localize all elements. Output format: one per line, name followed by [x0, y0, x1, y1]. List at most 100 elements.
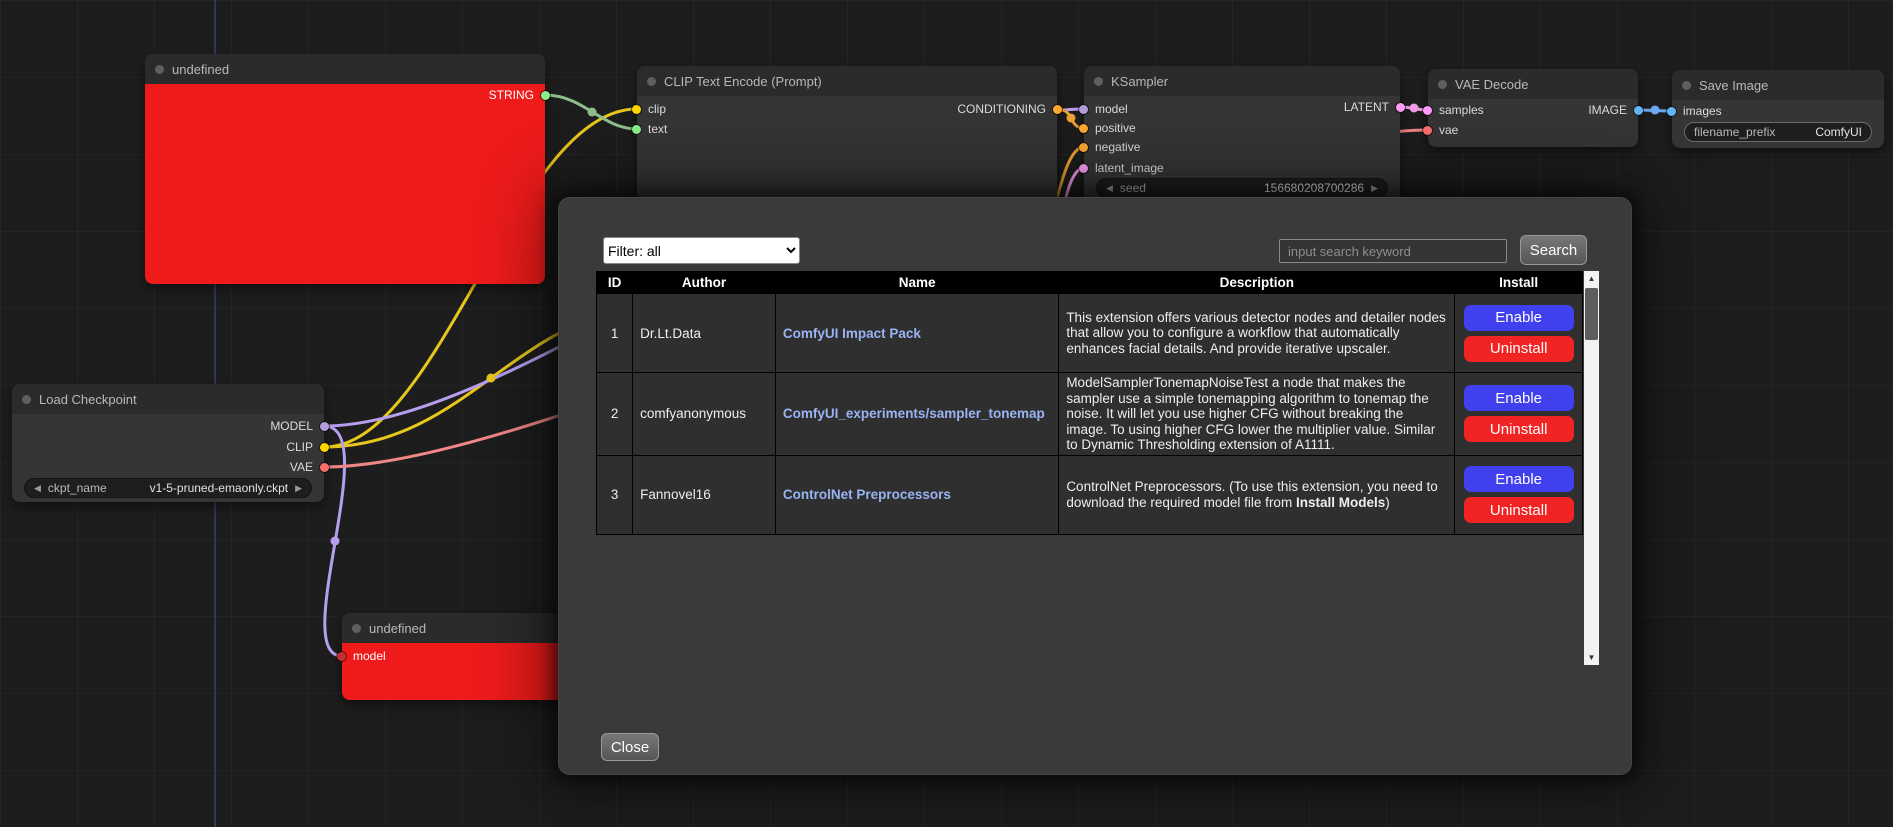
- scroll-up-icon[interactable]: ▲: [1584, 271, 1599, 286]
- text-input-slot[interactable]: text: [632, 121, 667, 137]
- samples-slot-dot[interactable]: [1423, 106, 1432, 115]
- node-collapse-dot[interactable]: [647, 77, 656, 86]
- enable-button[interactable]: Enable: [1464, 466, 1574, 492]
- table-scrollbar[interactable]: ▲ ▼: [1584, 271, 1599, 665]
- node-title-bar[interactable]: undefined: [145, 54, 545, 84]
- enable-button[interactable]: Enable: [1464, 305, 1574, 331]
- node-undefined-top[interactable]: undefined STRING: [145, 54, 545, 284]
- samples-input-label: samples: [1439, 103, 1484, 117]
- node-load-checkpoint[interactable]: Load Checkpoint MODEL CLIP VAE ◀ ckpt_na…: [12, 384, 324, 502]
- search-input[interactable]: [1279, 239, 1507, 263]
- clip-input-label: clip: [648, 102, 666, 116]
- latent-output-slot[interactable]: LATENT: [1344, 99, 1405, 115]
- enable-button[interactable]: Enable: [1464, 385, 1574, 411]
- latent-image-slot-dot[interactable]: [1079, 164, 1088, 173]
- vae-output-slot[interactable]: VAE: [290, 459, 329, 475]
- increment-arrow-icon[interactable]: ▶: [1371, 183, 1378, 194]
- uninstall-button[interactable]: Uninstall: [1464, 416, 1574, 442]
- next-arrow-icon[interactable]: ▶: [295, 483, 302, 494]
- seed-widget[interactable]: ◀ seed 156680208700286 ▶: [1096, 178, 1388, 198]
- decrement-arrow-icon[interactable]: ◀: [1106, 183, 1113, 194]
- seed-widget-value: 156680208700286: [1264, 181, 1364, 195]
- node-undefined-bottom[interactable]: undefined model: [342, 613, 592, 700]
- node-collapse-dot[interactable]: [22, 395, 31, 404]
- row-author: comfyanonymous: [633, 373, 776, 456]
- node-title: Load Checkpoint: [39, 392, 137, 407]
- node-title: undefined: [369, 621, 426, 636]
- samples-input-slot[interactable]: samples: [1423, 102, 1484, 118]
- uninstall-button[interactable]: Uninstall: [1464, 497, 1574, 523]
- model-slot-dot[interactable]: [337, 652, 346, 661]
- conditioning-slot-dot[interactable]: [1053, 105, 1062, 114]
- clip-output-slot[interactable]: CLIP: [286, 439, 329, 455]
- row-id: 1: [597, 294, 633, 373]
- header-install: Install: [1455, 272, 1583, 294]
- node-title-bar[interactable]: KSampler: [1084, 66, 1400, 96]
- vae-input-slot[interactable]: vae: [1423, 122, 1458, 138]
- node-title: undefined: [172, 62, 229, 77]
- extension-link[interactable]: ComfyUI_experiments/sampler_tonemap: [783, 406, 1045, 421]
- negative-input-slot[interactable]: negative: [1079, 139, 1140, 155]
- vae-slot-dot[interactable]: [1423, 126, 1432, 135]
- link-midpoint-dot: [588, 108, 597, 117]
- extension-link[interactable]: ControlNet Preprocessors: [783, 487, 951, 502]
- image-output-slot[interactable]: IMAGE: [1588, 102, 1643, 118]
- clip-input-slot[interactable]: clip: [632, 101, 666, 117]
- ckpt-name-widget[interactable]: ◀ ckpt_name v1-5-pruned-emaonly.ckpt ▶: [24, 478, 312, 498]
- clip-output-label: CLIP: [286, 440, 313, 454]
- header-description: Description: [1059, 272, 1455, 294]
- conditioning-output-slot[interactable]: CONDITIONING: [957, 101, 1062, 117]
- node-graph-canvas[interactable]: undefined STRING CLIP Text Encode (Promp…: [0, 0, 1893, 827]
- latent-image-input-slot[interactable]: latent_image: [1079, 160, 1164, 176]
- node-title-bar[interactable]: undefined: [342, 613, 592, 643]
- images-input-slot[interactable]: images: [1667, 103, 1722, 119]
- vae-slot-dot[interactable]: [320, 463, 329, 472]
- link-string-to-text: [545, 95, 637, 129]
- model-slot-dot[interactable]: [320, 422, 329, 431]
- text-slot-dot[interactable]: [632, 125, 641, 134]
- clip-slot-dot[interactable]: [632, 105, 641, 114]
- node-title-bar[interactable]: CLIP Text Encode (Prompt): [637, 66, 1057, 96]
- negative-slot-dot[interactable]: [1079, 143, 1088, 152]
- vae-output-label: VAE: [290, 460, 313, 474]
- clip-slot-dot[interactable]: [320, 443, 329, 452]
- extension-link[interactable]: ComfyUI Impact Pack: [783, 326, 921, 341]
- filename-prefix-widget[interactable]: filename_prefix ComfyUI: [1684, 122, 1872, 142]
- positive-input-slot[interactable]: positive: [1079, 120, 1136, 136]
- node-collapse-dot[interactable]: [1682, 81, 1691, 90]
- close-button[interactable]: Close: [601, 733, 659, 761]
- scroll-down-icon[interactable]: ▼: [1584, 650, 1599, 665]
- previous-arrow-icon[interactable]: ◀: [34, 483, 41, 494]
- positive-slot-dot[interactable]: [1079, 124, 1088, 133]
- model-output-slot[interactable]: MODEL: [270, 418, 329, 434]
- model-input-slot[interactable]: model: [337, 648, 386, 664]
- node-title-bar[interactable]: Load Checkpoint: [12, 384, 324, 414]
- latent-slot-dot[interactable]: [1396, 103, 1405, 112]
- node-collapse-dot[interactable]: [1438, 80, 1447, 89]
- filter-dropdown[interactable]: Filter: all: [603, 237, 800, 264]
- node-collapse-dot[interactable]: [352, 624, 361, 633]
- node-save-image[interactable]: Save Image images filename_prefix ComfyU…: [1672, 70, 1884, 148]
- node-title-bar[interactable]: VAE Decode: [1428, 69, 1638, 99]
- link-midpoint-dot: [1067, 114, 1076, 123]
- uninstall-button[interactable]: Uninstall: [1464, 336, 1574, 362]
- model-output-label: MODEL: [270, 419, 313, 433]
- node-vae-decode[interactable]: VAE Decode samples vae IMAGE: [1428, 69, 1638, 147]
- string-output-slot[interactable]: STRING: [489, 87, 550, 103]
- node-title-bar[interactable]: Save Image: [1672, 70, 1884, 100]
- string-slot-dot[interactable]: [541, 91, 550, 100]
- node-title: Save Image: [1699, 78, 1768, 93]
- latent-image-input-label: latent_image: [1095, 161, 1164, 175]
- header-id: ID: [597, 272, 633, 294]
- node-collapse-dot[interactable]: [155, 65, 164, 74]
- table-row: 2 comfyanonymous ComfyUI_experiments/sam…: [597, 373, 1583, 456]
- search-button[interactable]: Search: [1520, 235, 1587, 265]
- model-input-slot[interactable]: model: [1079, 101, 1128, 117]
- image-slot-dot[interactable]: [1634, 106, 1643, 115]
- images-slot-dot[interactable]: [1667, 107, 1676, 116]
- model-slot-dot[interactable]: [1079, 105, 1088, 114]
- node-body: model: [342, 643, 592, 700]
- scrollbar-thumb[interactable]: [1585, 288, 1598, 340]
- link-midpoint-dot: [331, 537, 340, 546]
- node-collapse-dot[interactable]: [1094, 77, 1103, 86]
